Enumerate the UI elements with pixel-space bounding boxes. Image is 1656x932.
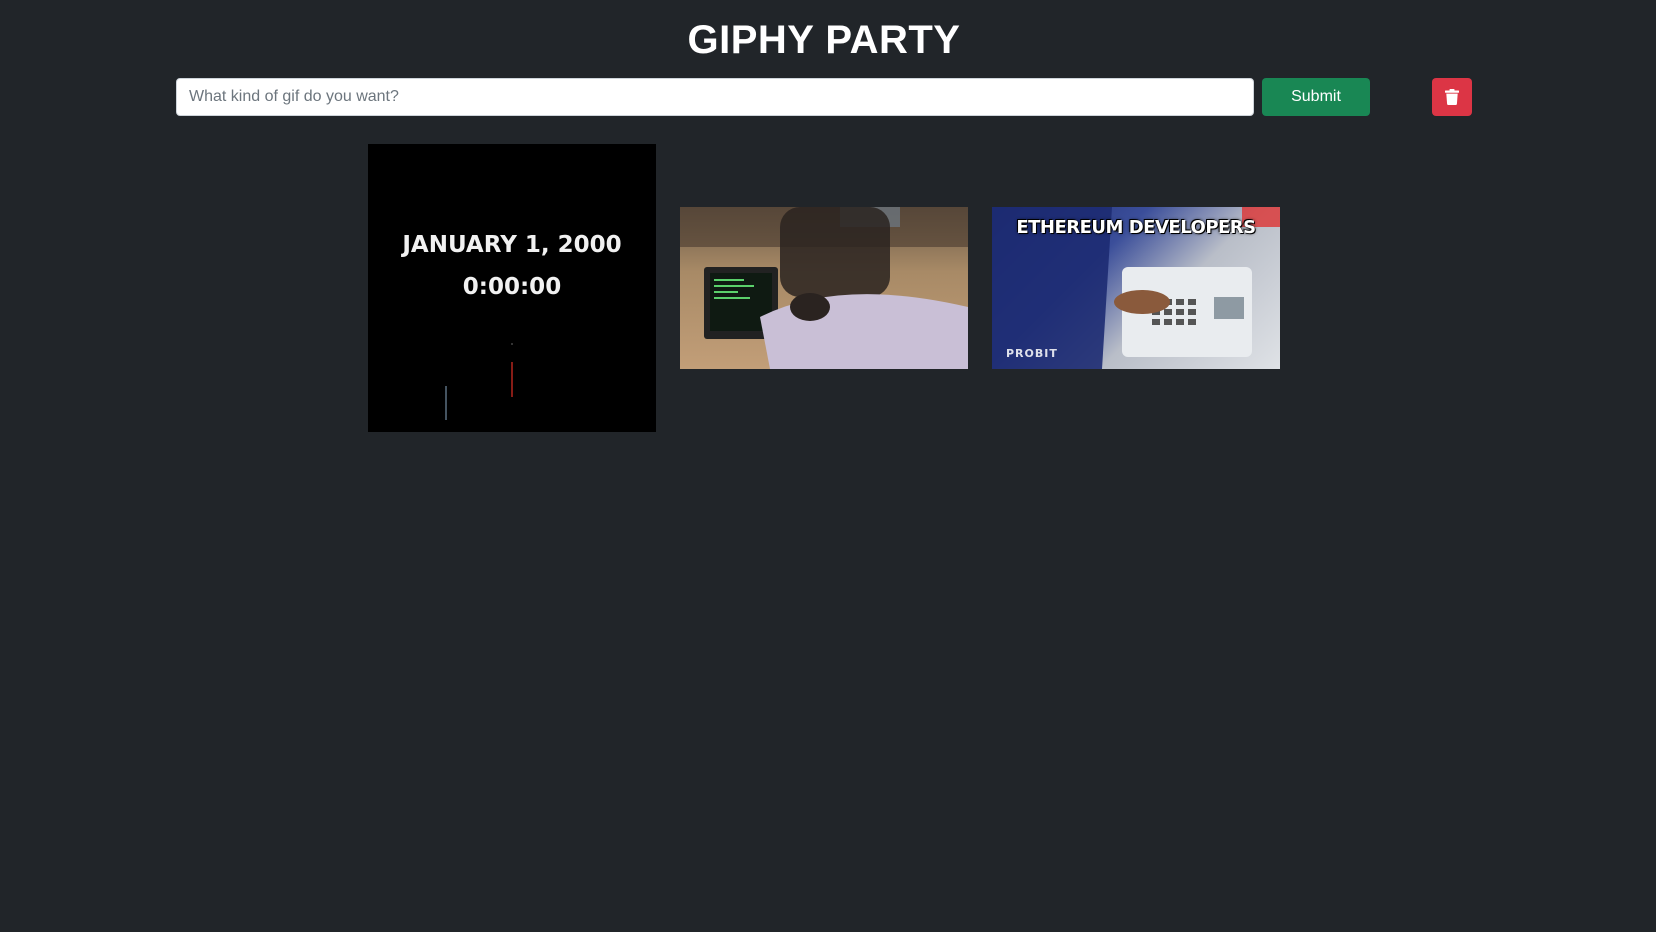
gif-watermark: PROBIT xyxy=(1006,347,1058,360)
gif-office-graphic xyxy=(680,207,968,369)
page-title: GIPHY PARTY xyxy=(687,18,961,62)
trash-icon xyxy=(1445,89,1459,105)
gif-image xyxy=(680,207,968,369)
delete-button[interactable] xyxy=(1432,78,1472,116)
gif-fireworks-graphic xyxy=(445,343,513,420)
page: GIPHY PARTY Submit JANUARY 1, 2000 0:00:… xyxy=(0,0,1656,932)
gif-image: JANUARY 1, 2000 0:00:00 xyxy=(368,144,656,432)
gif-image: ETHEREUM DEVELOPERS PROBIT xyxy=(992,207,1280,369)
search-input[interactable] xyxy=(176,78,1254,116)
submit-button[interactable]: Submit xyxy=(1262,78,1370,116)
gif-caption: ETHEREUM DEVELOPERS xyxy=(1016,217,1256,238)
